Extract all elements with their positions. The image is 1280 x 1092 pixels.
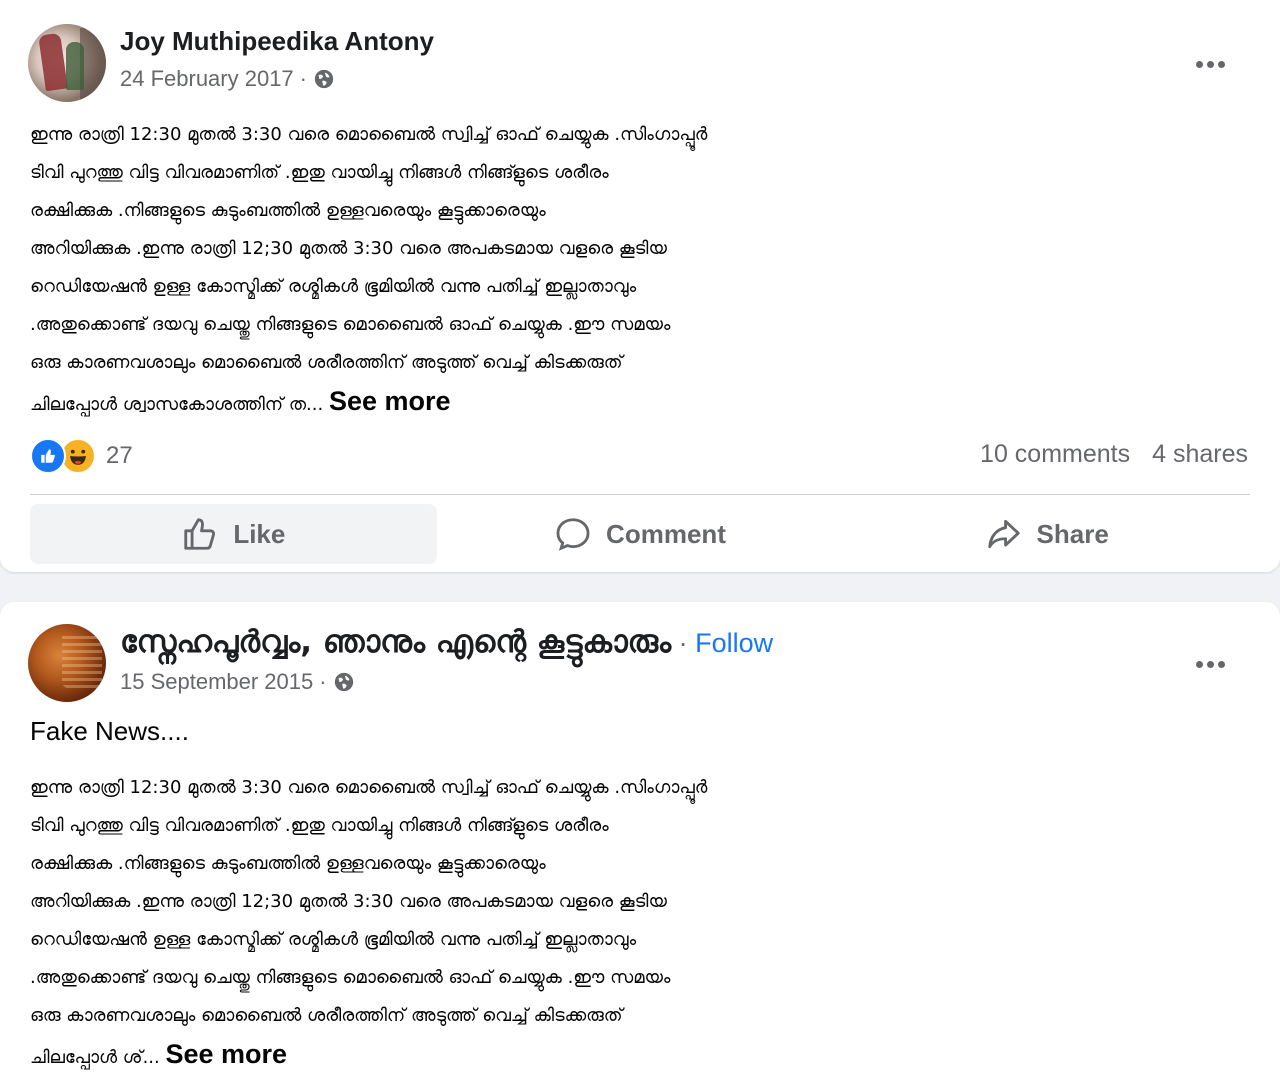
body-line: അറിയിക്കുക .ഇന്നു രാത്രി 12;30 മുതൽ 3:30…	[30, 891, 667, 912]
post-meta: 15 September 2015 ·	[120, 669, 355, 695]
globe-icon	[334, 672, 353, 692]
meta-separator: ·	[319, 669, 327, 694]
author-avatar[interactable]	[28, 24, 106, 102]
post-date[interactable]: 15 September 2015	[120, 669, 313, 695]
follow-separator: ·	[678, 628, 688, 658]
truncated-text: ചിലപ്പോൾ ശ്...	[30, 1047, 160, 1068]
truncated-text: ചിലപ്പോൾ ശ്വാസകോശത്തിന് ത...	[30, 394, 324, 415]
see-more-link[interactable]: See more	[165, 1039, 287, 1069]
comments-count[interactable]: 10 comments	[980, 440, 1130, 469]
page-name-row: സ്നേഹപൂർവ്വം, ഞാനും എന്റെ കൂട്ടുകാരും · …	[120, 624, 773, 661]
comment-label: Comment	[606, 518, 726, 549]
more-options-icon[interactable]	[1196, 53, 1232, 68]
body-line: ടിവി പുറത്തു വിട്ട വിവരമാണിത് .ഇതു വായിച…	[30, 162, 609, 183]
post-meta: 24 February 2017 ·	[120, 66, 335, 92]
body-line: റെഡിയേഷൻ ഉള്ള കോസ്മിക്ക് രശ്മികൾ ഭൂമിയിൽ…	[30, 929, 637, 950]
body-line: രക്ഷിക്കുക .നിങ്ങളുടെ കുടുംബത്തിൽ ഉള്ളവര…	[30, 200, 546, 221]
post-actions: Like Comment Share	[30, 504, 1250, 564]
page-name[interactable]: സ്നേഹപൂർവ്വം, ഞാനും എന്റെ കൂട്ടുകാരും	[120, 624, 671, 660]
body-line: ഇന്നു രാത്രി 12:30 മുതൽ 3:30 വരെ മൊബൈൽ സ…	[30, 777, 708, 798]
body-line: ടിവി പുറത്തു വിട്ട വിവരമാണിത് .ഇതു വായിച…	[30, 815, 609, 836]
post-stats: 10 comments 4 shares	[980, 440, 1248, 469]
follow-button[interactable]: Follow	[695, 628, 773, 658]
body-line: .അതുക്കൊണ്ട് ദയവു ചെയ്തു നിങ്ങളുടെ മൊബൈൽ…	[30, 314, 671, 335]
comment-button[interactable]: Comment	[437, 504, 844, 564]
body-line: രക്ഷിക്കുക .നിങ്ങളുടെ കുടുംബത്തിൽ ഉള്ളവര…	[30, 853, 546, 874]
post-card: Joy Muthipeedika Antony 24 February 2017…	[0, 0, 1280, 572]
more-options-icon[interactable]	[1196, 653, 1232, 668]
post-body: ഇന്നു രാത്രി 12:30 മുതൽ 3:30 വരെ മൊബൈൽ സ…	[30, 116, 1260, 424]
share-label: Share	[1036, 518, 1109, 549]
post-date[interactable]: 24 February 2017	[120, 66, 294, 92]
body-line: അറിയിക്കുക .ഇന്നു രാത്രി 12;30 മുതൽ 3:30…	[30, 238, 667, 259]
share-icon	[987, 519, 1020, 549]
page-avatar[interactable]	[28, 624, 106, 702]
body-line: ഇന്നു രാത്രി 12:30 മുതൽ 3:30 വരെ മൊബൈൽ സ…	[30, 124, 708, 145]
comment-icon	[556, 518, 590, 551]
post-card: സ്നേഹപൂർവ്വം, ഞാനും എന്റെ കൂട്ടുകാരും · …	[0, 602, 1280, 1092]
body-line: ഒരു കാരണവശാലും മൊബൈൽ ശരീരത്തിന് അടുത്ത് …	[30, 352, 623, 373]
body-last-line: ചിലപ്പോൾ ശ്... See more	[30, 1035, 1260, 1077]
divider	[30, 494, 1250, 495]
see-more-link[interactable]: See more	[329, 386, 451, 416]
like-button[interactable]: Like	[30, 504, 437, 564]
reaction-count: 27	[106, 442, 133, 469]
like-reaction-icon	[30, 438, 66, 474]
share-button[interactable]: Share	[843, 504, 1250, 564]
reactions-summary[interactable]: 27	[30, 438, 133, 474]
shares-count[interactable]: 4 shares	[1152, 440, 1248, 469]
body-last-line: ചിലപ്പോൾ ശ്വാസകോശത്തിന് ത... See more	[30, 382, 1260, 424]
meta-separator: ·	[299, 66, 307, 91]
author-name[interactable]: Joy Muthipeedika Antony	[120, 26, 434, 57]
body-line: റെഡിയേഷൻ ഉള്ള കോസ്മിക്ക് രശ്മികൾ ഭൂമിയിൽ…	[30, 276, 637, 297]
like-label: Like	[233, 518, 286, 549]
like-icon	[184, 518, 216, 550]
body-line: .അതുക്കൊണ്ട് ദയവു ചെയ്തു നിങ്ങളുടെ മൊബൈൽ…	[30, 967, 671, 988]
body-line: ഒരു കാരണവശാലും മൊബൈൽ ശരീരത്തിന് അടുത്ത് …	[30, 1005, 623, 1026]
post-body: ഇന്നു രാത്രി 12:30 മുതൽ 3:30 വരെ മൊബൈൽ സ…	[30, 769, 1260, 1077]
post-intro-text: Fake News....	[30, 716, 189, 746]
globe-icon	[314, 69, 334, 89]
